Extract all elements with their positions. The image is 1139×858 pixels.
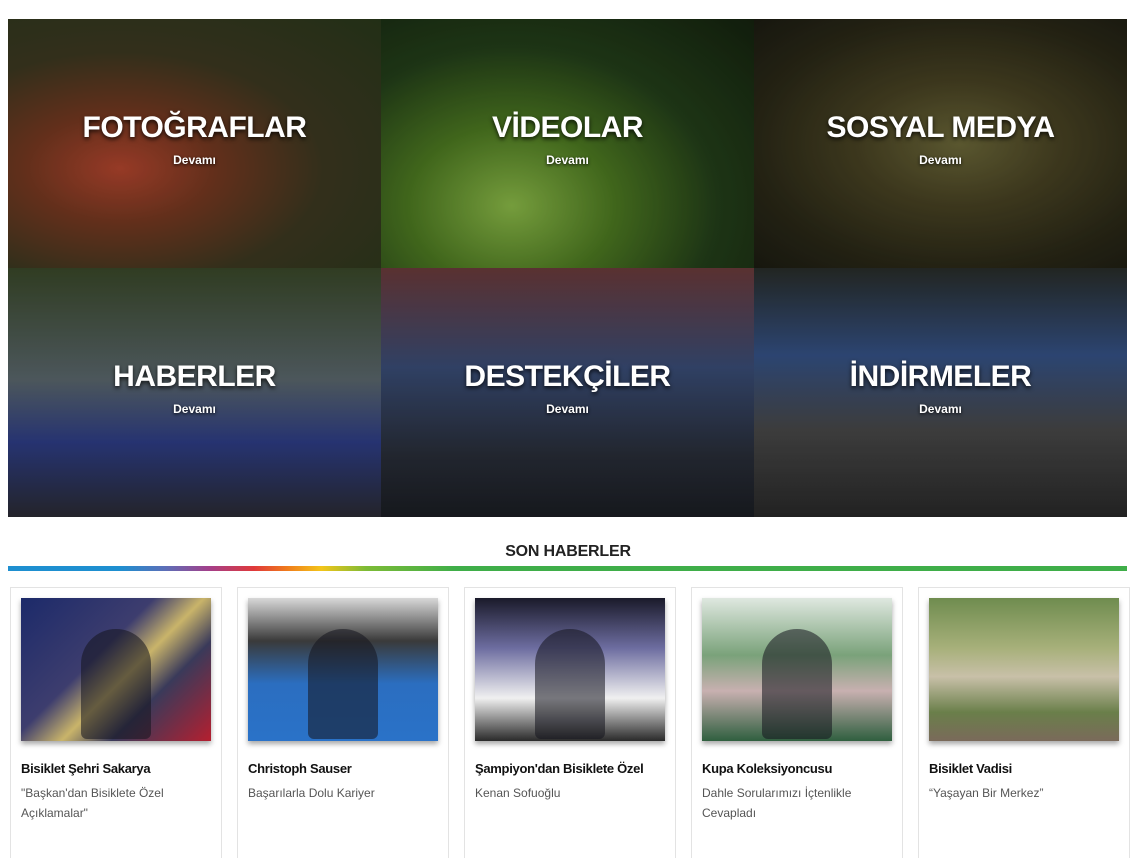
tile-more-link[interactable]: Devamı [546, 402, 589, 416]
news-thumbnail[interactable] [21, 598, 211, 741]
news-thumbnail[interactable] [475, 598, 665, 741]
tile-supporters[interactable]: DESTEKÇİLER Devamı [381, 268, 754, 517]
tile-social-media[interactable]: SOSYAL MEDYA Devamı [754, 19, 1127, 268]
news-subtitle: Dahle Sorularımızı İçtenlikle Cevapladı [702, 786, 852, 820]
section-title: SON HABERLER [505, 543, 631, 560]
tile-title: VİDEOLAR [491, 110, 644, 144]
news-title[interactable]: Şampiyon'dan Bisiklete Özel [475, 761, 670, 776]
news-title[interactable]: Kupa Koleksiyoncusu [702, 761, 897, 776]
news-card[interactable]: Şampiyon'dan Bisiklete Özel Kenan Sofuoğ… [464, 587, 676, 858]
news-title[interactable]: Bisiklet Şehri Sakarya [21, 761, 216, 776]
news-thumbnail[interactable] [248, 598, 438, 741]
tile-more-link[interactable]: Devamı [919, 402, 962, 416]
section-divider [8, 566, 1127, 571]
tile-more-link[interactable]: Devamı [173, 402, 216, 416]
tile-more-link[interactable]: Devamı [546, 153, 589, 167]
tile-more-link[interactable]: Devamı [173, 153, 216, 167]
news-title[interactable]: Bisiklet Vadisi [929, 761, 1124, 776]
news-card[interactable]: Bisiklet Vadisi “Yaşayan Bir Merkez” [918, 587, 1130, 858]
news-subtitle: Kenan Sofuoğlu [475, 786, 561, 800]
tile-photos[interactable]: FOTOĞRAFLAR Devamı [8, 19, 381, 268]
news-thumbnail[interactable] [929, 598, 1119, 741]
news-subtitle: “Yaşayan Bir Merkez” [929, 786, 1044, 800]
tile-title: FOTOĞRAFLAR [82, 110, 307, 144]
news-title[interactable]: Christoph Sauser [248, 761, 443, 776]
news-card[interactable]: Bisiklet Şehri Sakarya "Başkan'dan Bisik… [10, 587, 222, 858]
news-thumbnail[interactable] [702, 598, 892, 741]
tile-title: İNDİRMELER [849, 359, 1032, 393]
tile-title: DESTEKÇİLER [464, 359, 671, 393]
tile-more-link[interactable]: Devamı [919, 153, 962, 167]
tile-news[interactable]: HABERLER Devamı [8, 268, 381, 517]
tile-title: SOSYAL MEDYA [826, 110, 1055, 144]
tile-downloads[interactable]: İNDİRMELER Devamı [754, 268, 1127, 517]
tile-videos[interactable]: VİDEOLAR Devamı [381, 19, 754, 268]
news-card[interactable]: Christoph Sauser Başarılarla Dolu Kariye… [237, 587, 449, 858]
news-card[interactable]: Kupa Koleksiyoncusu Dahle Sorularımızı İ… [691, 587, 903, 858]
news-subtitle: "Başkan'dan Bisiklete Özel Açıklamalar" [21, 786, 164, 820]
tile-title: HABERLER [113, 359, 276, 393]
category-grid: FOTOĞRAFLAR Devamı VİDEOLAR Devamı SOSYA… [8, 19, 1127, 517]
news-list: Bisiklet Şehri Sakarya "Başkan'dan Bisik… [10, 587, 1130, 858]
news-subtitle: Başarılarla Dolu Kariyer [248, 786, 375, 800]
